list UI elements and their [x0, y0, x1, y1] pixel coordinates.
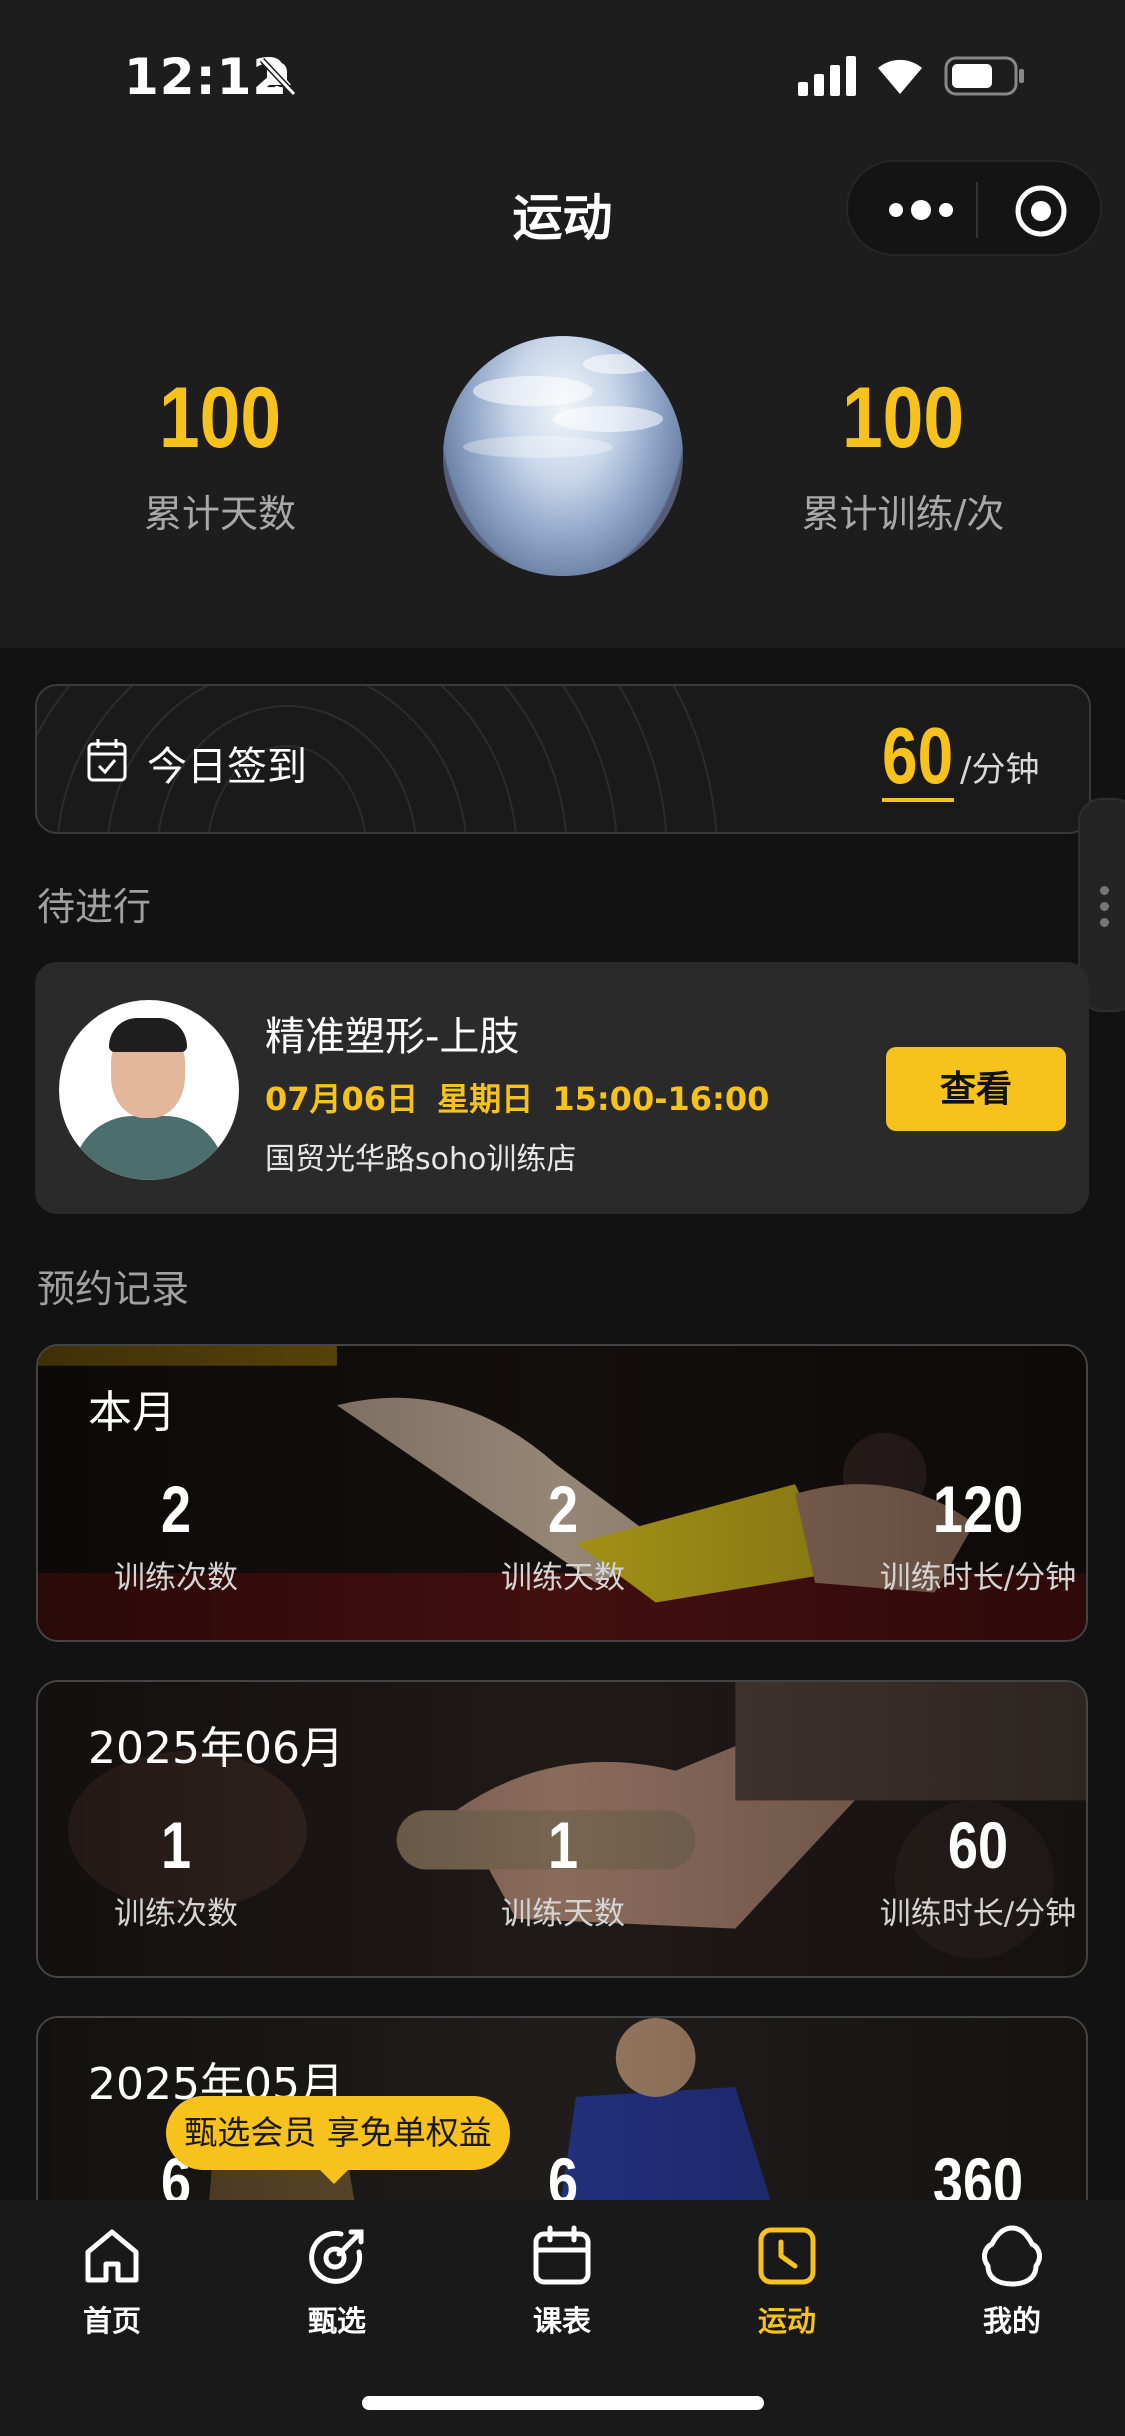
record-days: 2	[547, 1472, 579, 1546]
record-days: 1	[547, 1808, 579, 1882]
pending-section-title: 待进行	[37, 885, 152, 929]
class-address: 国贸光华路soho训练店	[265, 1142, 577, 1177]
user-avatar[interactable]	[443, 336, 683, 576]
class-title: 精准塑形-上肢	[265, 1014, 520, 1060]
total-days-stat: 100 累计天数	[70, 375, 370, 538]
total-sessions-label: 累计训练/次	[801, 492, 1005, 536]
battery-icon	[944, 56, 1024, 96]
record-card-this-month[interactable]: 本月 2 训练次数 2 训练天数 120 训练时长/分钟	[36, 1344, 1088, 1642]
select-icon	[309, 2229, 364, 2284]
class-time: 07月06日 星期日 15:00-16:00	[265, 1080, 770, 1118]
checkin-unit: /分钟	[960, 750, 1040, 790]
record-title: 2025年06月	[88, 1723, 344, 1774]
record-days-label: 训练天数	[501, 1896, 625, 1932]
tab-label: 首页	[82, 2304, 141, 2338]
record-days-label: 训练天数	[501, 1560, 625, 1596]
nav-bar: 运动	[0, 140, 1125, 280]
bell-off-icon	[259, 57, 297, 97]
record-sessions: 1	[160, 1808, 192, 1882]
mini-program-capsule	[846, 160, 1102, 256]
signal-icon	[798, 56, 856, 96]
checkin-label: 今日签到	[147, 744, 307, 790]
record-sessions-label: 训练次数	[114, 1896, 238, 1932]
home-icon	[85, 2229, 139, 2283]
tab-label: 课表	[532, 2304, 591, 2338]
record-sessions-label: 训练次数	[114, 1560, 238, 1596]
total-days-label: 累计天数	[143, 492, 296, 536]
total-days-value: 100	[159, 370, 281, 466]
record-title: 本月	[88, 1387, 176, 1438]
wifi-icon	[878, 59, 922, 94]
total-sessions-stat: 100 累计训练/次	[753, 375, 1053, 538]
tab-schedule[interactable]: 课表	[482, 2222, 642, 2340]
upcoming-class-card[interactable]: 精准塑形-上肢 07月06日 星期日 15:00-16:00 国贸光华路soho…	[35, 962, 1089, 1214]
record-minutes-label: 训练时长/分钟	[879, 1560, 1077, 1596]
records-section-title: 预约记录	[37, 1267, 190, 1311]
profile-icon	[982, 2225, 1042, 2287]
total-sessions-value: 100	[842, 370, 964, 466]
view-button[interactable]: 查看	[886, 1047, 1066, 1131]
tab-sport[interactable]: 运动	[707, 2222, 867, 2340]
membership-tooltip[interactable]: 甄选会员 享免单权益	[166, 2096, 510, 2184]
close-miniprogram-icon[interactable]	[1014, 184, 1068, 238]
status-bar: 12:12	[0, 0, 1125, 140]
calendar-icon	[533, 2225, 591, 2285]
tab-label: 甄选	[307, 2304, 366, 2338]
calendar-check-icon	[87, 739, 127, 782]
minutes-underline	[882, 798, 954, 802]
daily-checkin-card[interactable]: 今日签到 60 /分钟	[35, 684, 1091, 834]
record-minutes-label: 训练时长/分钟	[879, 1896, 1077, 1932]
tab-label: 我的	[982, 2304, 1041, 2338]
home-indicator	[362, 2396, 764, 2410]
record-sessions: 2	[160, 1472, 192, 1546]
capsule-divider	[976, 182, 978, 238]
record-minutes: 120	[932, 1472, 1024, 1546]
tab-select[interactable]: 甄选	[257, 2222, 417, 2340]
tab-profile[interactable]: 我的	[932, 2222, 1092, 2340]
more-icon[interactable]	[884, 188, 958, 232]
checkin-minutes: 60	[882, 711, 954, 800]
tab-label: 运动	[757, 2304, 816, 2338]
record-minutes: 60	[947, 1808, 1009, 1882]
record-card-2025-06[interactable]: 2025年06月 1 训练次数 1 训练天数 60 训练时长/分钟	[36, 1680, 1088, 1978]
stats-header: 100 累计天数 100 累计训练/次	[0, 280, 1125, 648]
sport-icon	[758, 2227, 816, 2285]
tab-home[interactable]: 首页	[32, 2222, 192, 2340]
coach-avatar	[59, 1000, 239, 1180]
